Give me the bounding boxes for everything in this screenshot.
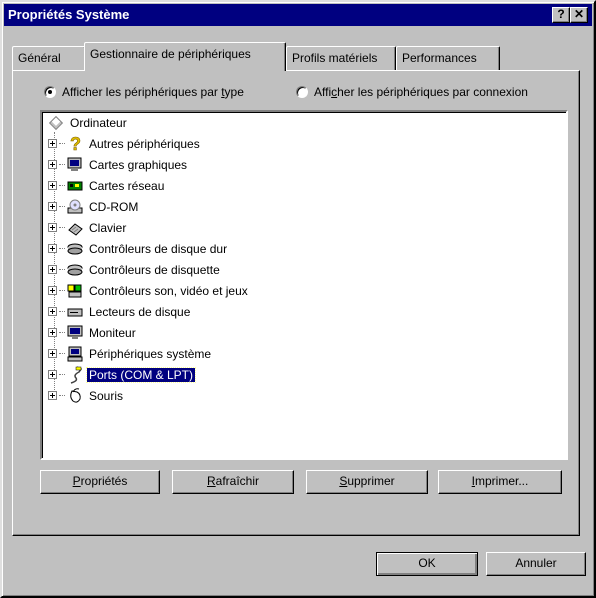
radio-by-type-label: Afficher les périphériques par type [62, 85, 244, 99]
expand-icon[interactable] [48, 349, 57, 358]
tree-root[interactable]: Ordinateur [48, 114, 129, 132]
mouse-icon [66, 387, 84, 405]
tab-device-manager[interactable]: Gestionnaire de périphériques [84, 42, 286, 71]
tree-item-label-selected: Ports (COM & LPT) [85, 366, 197, 383]
radio-button-checked[interactable] [44, 86, 56, 98]
expand-icon[interactable] [48, 265, 57, 274]
tree-item-moniteur[interactable]: Moniteur [48, 322, 138, 343]
cdrom-icon [66, 198, 84, 216]
network-card-icon [66, 177, 84, 195]
tree-item-label: CD-ROM [89, 199, 139, 214]
cancel-button[interactable]: Annuler [486, 552, 586, 576]
properties-button[interactable]: Propriétés [40, 470, 160, 494]
expand-icon[interactable] [48, 160, 57, 169]
expand-icon[interactable] [48, 181, 57, 190]
tree-item-label: Souris [89, 388, 124, 403]
tree-item-label: Contrôleurs son, vidéo et jeux [89, 283, 248, 298]
tree-item-son-video-jeux[interactable]: Contrôleurs son, vidéo et jeux [48, 280, 250, 301]
keyboard-icon [66, 219, 84, 237]
disk-drive-icon [66, 303, 84, 321]
tree-item-label: Moniteur [89, 325, 136, 340]
expand-icon[interactable] [48, 307, 57, 316]
display-adapter-icon [66, 156, 84, 174]
computer-diamond-icon [48, 115, 64, 131]
radio-by-connection-label: Afficher les périphériques par connexion [314, 85, 528, 99]
tree-item-autres[interactable]: ? Autres périphériques [48, 133, 202, 154]
expand-icon[interactable] [48, 286, 57, 295]
tree-item-cartes-reseau[interactable]: Cartes réseau [48, 175, 166, 196]
tab-performance[interactable]: Performances [396, 46, 500, 70]
svg-text:?: ? [70, 135, 81, 153]
tree-item-clavier[interactable]: Clavier [48, 217, 128, 238]
tree-item-label: Contrôleurs de disque dur [89, 241, 228, 256]
question-icon: ? [66, 135, 84, 153]
device-tree[interactable]: Ordinateur ? Autres périphériques Cartes… [40, 110, 568, 460]
expand-icon[interactable] [48, 139, 57, 148]
title-bar[interactable]: Propriétés Système ? ✕ [4, 4, 592, 26]
expand-icon[interactable] [48, 244, 57, 253]
radio-by-type[interactable]: Afficher les périphériques par type [44, 84, 244, 100]
remove-button[interactable]: Supprimer [306, 470, 428, 494]
help-button[interactable]: ? [552, 7, 570, 23]
tab-hardware-profiles[interactable]: Profils matériels [286, 46, 396, 70]
refresh-button[interactable]: Rafraîchir [172, 470, 294, 494]
tree-item-label: Contrôleurs de disquette [89, 262, 220, 277]
tree-item-label: Périphériques système [89, 346, 212, 361]
tree-item-label: Cartes graphiques [89, 157, 188, 172]
port-icon [66, 365, 84, 384]
tree-item-souris[interactable]: Souris [48, 385, 125, 406]
tab-general[interactable]: Général [12, 46, 86, 70]
expand-icon[interactable] [48, 370, 57, 379]
close-button[interactable]: ✕ [570, 7, 588, 23]
tree-root-label: Ordinateur [70, 116, 127, 130]
sound-video-game-icon [66, 282, 84, 300]
tree-item-label: Autres périphériques [89, 136, 200, 151]
expand-icon[interactable] [48, 202, 57, 211]
tree-item-label: Cartes réseau [89, 178, 165, 193]
hard-disk-controller-icon [66, 240, 84, 258]
expand-icon[interactable] [48, 328, 57, 337]
system-devices-icon [66, 345, 84, 363]
monitor-icon [66, 324, 84, 342]
tree-item-lecteurs-disque[interactable]: Lecteurs de disque [48, 301, 192, 322]
tree-item-controleurs-disquette[interactable]: Contrôleurs de disquette [48, 259, 222, 280]
tree-item-ports[interactable]: Ports (COM & LPT) [48, 364, 197, 385]
tree-item-cartes-graphiques[interactable]: Cartes graphiques [48, 154, 189, 175]
tree-item-label: Clavier [89, 220, 127, 235]
ok-button[interactable]: OK [376, 552, 478, 576]
tree-item-controleurs-disque-dur[interactable]: Contrôleurs de disque dur [48, 238, 229, 259]
radio-button-unchecked[interactable] [296, 86, 308, 98]
expand-icon[interactable] [48, 391, 57, 400]
tree-item-cdrom[interactable]: CD-ROM [48, 196, 140, 217]
tree-item-peripheriques-systeme[interactable]: Périphériques système [48, 343, 213, 364]
print-button[interactable]: Imprimer... [438, 470, 562, 494]
window-title: Propriétés Système [8, 7, 130, 22]
tree-item-label: Lecteurs de disque [89, 304, 191, 319]
floppy-controller-icon [66, 261, 84, 279]
expand-icon[interactable] [48, 223, 57, 232]
radio-by-connection[interactable]: Afficher les périphériques par connexion [296, 84, 528, 100]
